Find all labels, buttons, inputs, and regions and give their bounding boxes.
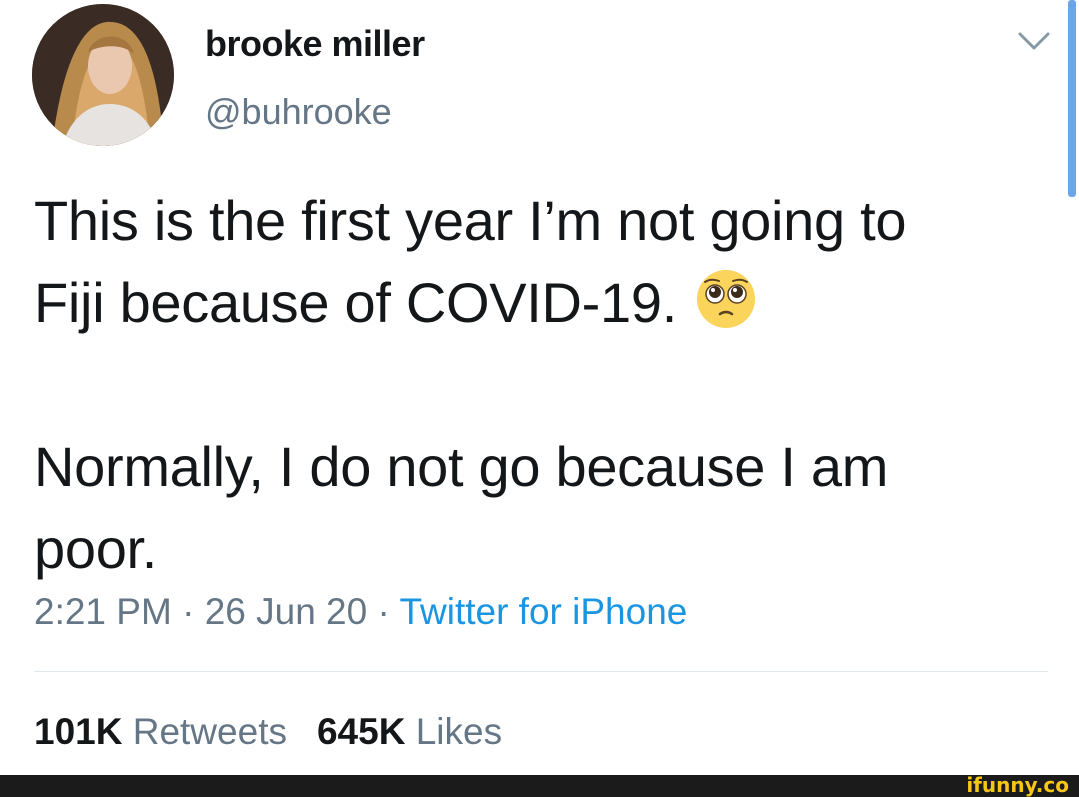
- tweet-text-line: poor.: [34, 517, 158, 580]
- tweet-text-segment: Fiji because of COVID-19.: [34, 271, 677, 334]
- chevron-down-icon[interactable]: [1016, 28, 1052, 56]
- ifunny-watermark: ifunny.co: [966, 773, 1069, 797]
- watermark-bar: ifunny.co: [0, 773, 1079, 797]
- tweet-text-line: Fiji because of COVID-19.: [34, 262, 1034, 344]
- tweet-text: This is the first year I’m not going to …: [34, 180, 1034, 590]
- meta-separator: ·: [171, 591, 205, 632]
- tweet-source-link[interactable]: Twitter for iPhone: [399, 591, 687, 632]
- retweets-label: Retweets: [132, 711, 287, 752]
- retweets-count: 101K: [34, 711, 123, 752]
- likes-stat[interactable]: 645K Likes: [317, 708, 502, 756]
- tweet-date[interactable]: 26 Jun 20: [205, 591, 368, 632]
- tweet-card: brooke miller @buhrooke This is the firs…: [0, 0, 1079, 797]
- tweet-stats: 101K Retweets 645K Likes: [34, 708, 502, 756]
- meta-separator: ·: [367, 591, 400, 632]
- avatar[interactable]: [32, 4, 174, 146]
- tweet-meta: 2:21 PM · 26 Jun 20 · Twitter for iPhone: [34, 588, 687, 636]
- avatar-photo: [32, 4, 174, 146]
- retweets-stat[interactable]: 101K Retweets: [34, 708, 287, 756]
- scrollbar[interactable]: [1068, 0, 1076, 197]
- divider: [34, 671, 1048, 672]
- tweet-text-line: Normally, I do not go because I am: [34, 435, 889, 498]
- likes-label: Likes: [415, 711, 503, 752]
- author-display-name[interactable]: brooke miller: [205, 22, 425, 66]
- tweet-text-line: This is the first year I’m not going to: [34, 189, 907, 252]
- likes-count: 645K: [316, 711, 406, 752]
- pleading-face-icon: [695, 268, 757, 330]
- author-handle[interactable]: @buhrooke: [205, 90, 392, 134]
- tweet-time: 2:21 PM: [34, 591, 172, 632]
